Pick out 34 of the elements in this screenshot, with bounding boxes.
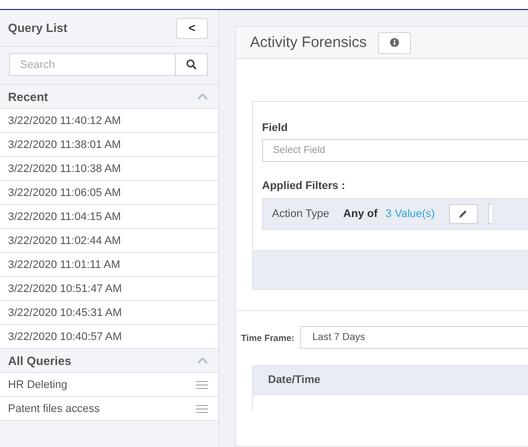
menu-icon — [196, 404, 208, 412]
recent-query-item[interactable]: 3/22/2020 10:51:47 AM — [0, 277, 218, 301]
recent-query-item[interactable]: 3/22/2020 11:40:12 AM — [0, 109, 218, 133]
info-button[interactable] — [378, 32, 411, 54]
chevron-up-icon — [197, 93, 208, 100]
page-title: Activity Forensics — [250, 34, 367, 51]
recent-query-item[interactable]: 3/22/2020 11:04:15 AM — [0, 205, 218, 229]
recent-query-item[interactable]: 3/22/2020 11:38:01 AM — [0, 133, 218, 157]
recent-query-item[interactable]: 3/22/2020 11:06:05 AM — [0, 181, 218, 205]
recent-query-item[interactable]: 3/22/2020 10:40:57 AM — [0, 325, 218, 349]
field-label: Field — [262, 122, 289, 134]
recent-query-item[interactable]: 3/22/2020 11:10:38 AM — [0, 157, 218, 181]
applied-filters-label: Applied Filters : — [262, 180, 346, 192]
field-select[interactable]: Select Field — [262, 139, 528, 162]
info-icon — [390, 38, 399, 47]
search-field[interactable]: Search — [9, 53, 175, 76]
search-button[interactable] — [175, 53, 208, 76]
filter-operator: Any of — [343, 208, 378, 220]
collapse-button[interactable]: < — [176, 18, 208, 38]
time-frame-select[interactable]: Last 7 Days — [300, 326, 528, 349]
column-header[interactable]: Date/Time — [268, 374, 320, 386]
filter-name: Action Type — [272, 208, 330, 220]
time-frame-label: Time Frame: — [241, 332, 294, 342]
sidebar-title: Query List — [8, 21, 68, 35]
recent-query-item[interactable]: 3/22/2020 11:01:11 AM — [0, 253, 218, 277]
saved-query-item[interactable]: Patent files access — [0, 397, 218, 421]
search-icon — [186, 59, 197, 70]
recent-query-item[interactable]: 3/22/2020 11:02:44 AM — [0, 229, 218, 253]
recent-query-item[interactable]: 3/22/2020 10:45:31 AM — [0, 301, 218, 325]
saved-query-item[interactable]: HR Deleting — [0, 373, 218, 397]
menu-icon — [196, 380, 208, 388]
chevron-up-icon — [197, 357, 208, 364]
pencil-icon — [458, 209, 468, 219]
edit-button[interactable] — [448, 204, 478, 224]
